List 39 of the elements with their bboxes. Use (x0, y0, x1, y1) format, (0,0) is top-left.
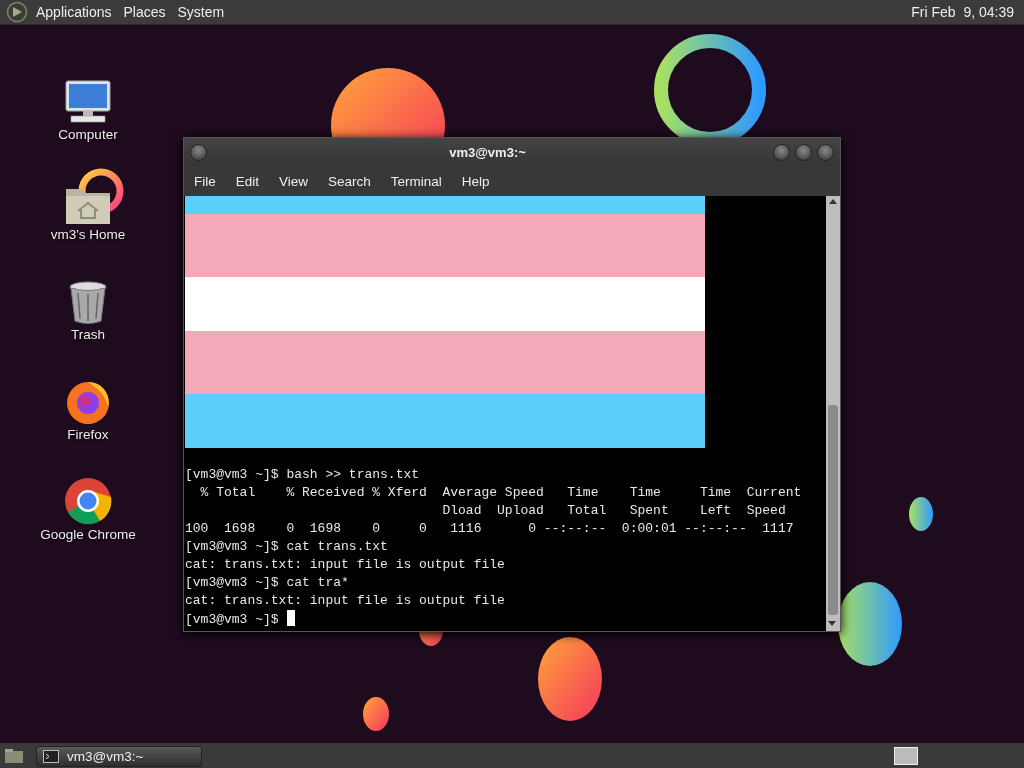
maximize-button[interactable] (795, 143, 812, 161)
computer-icon[interactable] (63, 79, 113, 125)
terminal-line: % Total % Received % Xferd Average Speed Time Time Time Current (199, 484, 803, 502)
terminal-line: Dload Upload Total Spent Left Speed (441, 502, 787, 520)
show-desktop-icon[interactable] (4, 748, 24, 764)
panel-menu[interactable]: Applications (30, 4, 118, 20)
terminal-line: cat: trans.txt: input file is output file (185, 556, 506, 574)
desktop-icon-label[interactable]: Computer (58, 127, 118, 142)
panel-menu[interactable]: Places (117, 4, 172, 20)
clock[interactable]: Fri Feb 9, 04:39 (911, 4, 1014, 20)
chrome-icon[interactable] (64, 477, 112, 525)
minimize-button[interactable] (773, 143, 790, 161)
workspace-switcher[interactable] (894, 747, 918, 765)
logo-icon[interactable] (6, 1, 28, 23)
terminal-prompt: [vm3@vm3 ~]$ (185, 612, 279, 627)
window-menu-button[interactable] (190, 143, 207, 161)
desktop-icon-label[interactable]: vm3's Home (50, 227, 126, 242)
trash-icon[interactable] (68, 281, 108, 325)
terminal-line: 100 1698 0 1698 0 0 1116 0 --:--:-- 0:00:01 --:--:-- 1117 (185, 520, 795, 538)
menu-item[interactable]: Edit (227, 173, 268, 189)
window-title: vm3@vm3:~ (448, 144, 527, 160)
menu-item[interactable]: File (186, 173, 224, 189)
terminal-icon (43, 749, 59, 763)
text-cursor (286, 610, 295, 626)
menu-item[interactable]: View (271, 173, 317, 189)
taskbar-button[interactable]: vm3@vm3:~ (36, 745, 202, 767)
desktop-icon-label[interactable]: Firefox (67, 427, 109, 442)
desktop-icon-label[interactable]: Trash (71, 327, 105, 342)
menu-item[interactable]: Search (320, 173, 379, 189)
terminal-line: [vm3@vm3 ~]$ cat trans.txt (185, 538, 389, 556)
close-button[interactable] (817, 143, 834, 161)
panel-menu[interactable]: System (171, 4, 231, 20)
menu-item[interactable]: Terminal (382, 173, 450, 189)
terminal-line: [vm3@vm3 ~]$ bash >> trans.txt (185, 466, 421, 484)
scrollbar[interactable] (826, 196, 840, 631)
desktop-icon-label[interactable]: Google Chrome (40, 527, 136, 542)
menu-item[interactable]: Help (453, 173, 498, 189)
terminal-line: [vm3@vm3 ~]$ cat tra* (185, 574, 350, 592)
terminal-line: cat: trans.txt: input file is output file (185, 592, 506, 610)
